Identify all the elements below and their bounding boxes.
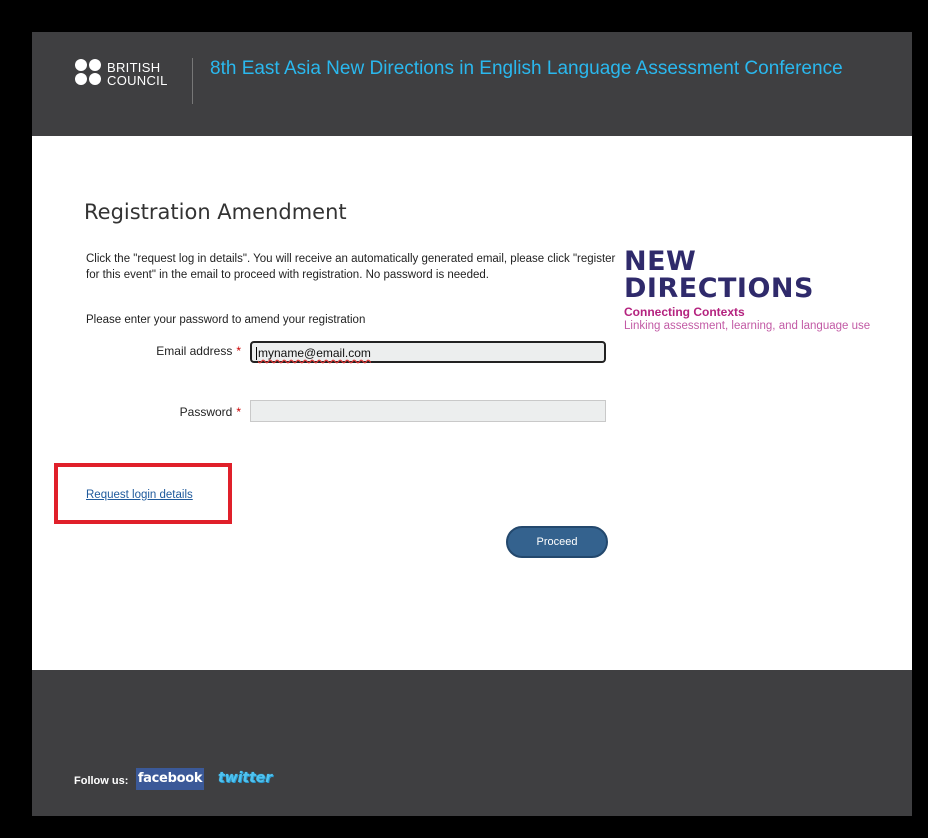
nd-logo-line-1: NEW [624,246,697,277]
british-council-logo[interactable]: BRITISH COUNCIL [74,57,184,91]
password-label-text: Password [179,405,233,419]
required-marker: * [236,344,241,358]
site-header: BRITISH COUNCIL 8th East Asia New Direct… [32,32,912,136]
intro-text: Click the "request log in details". You … [86,253,616,281]
conference-title: 8th East Asia New Directions in English … [210,58,843,79]
british-council-dots-icon [75,59,101,85]
password-label: Password * [81,405,241,419]
nd-subtitle: Linking assessment, learning, and langua… [624,320,871,332]
email-label-text: Email address [156,344,233,358]
text-cursor [256,347,257,361]
twitter-icon[interactable]: twitter [218,767,282,789]
new-directions-logo: NEW DIRECTIONS Connecting Contexts Linki… [624,248,894,332]
email-value: myname@email.com [258,346,371,360]
facebook-icon[interactable]: facebook [136,768,204,790]
password-field[interactable] [250,400,606,422]
main-content: Registration Amendment Click the "reques… [32,136,912,670]
email-label: Email address * [81,344,241,358]
follow-us-label: Follow us: [74,775,129,787]
nd-tagline: Connecting Contexts [624,305,745,319]
page-title: Registration Amendment [84,200,347,224]
site-footer: Follow us: facebook twitter [32,670,912,816]
header-divider [192,58,193,104]
email-field[interactable]: myname@email.com [250,341,606,363]
logo-line-2: COUNCIL [107,73,168,88]
nd-logo-line-2: DIRECTIONS [624,273,814,304]
password-prompt: Please enter your password to amend your… [86,314,366,326]
logo-text: BRITISH COUNCIL [107,61,168,87]
request-login-details-link[interactable]: Request login details [86,489,193,501]
required-marker: * [236,405,241,419]
page-frame: BRITISH COUNCIL 8th East Asia New Direct… [32,32,912,816]
proceed-button[interactable]: Proceed [506,526,608,558]
